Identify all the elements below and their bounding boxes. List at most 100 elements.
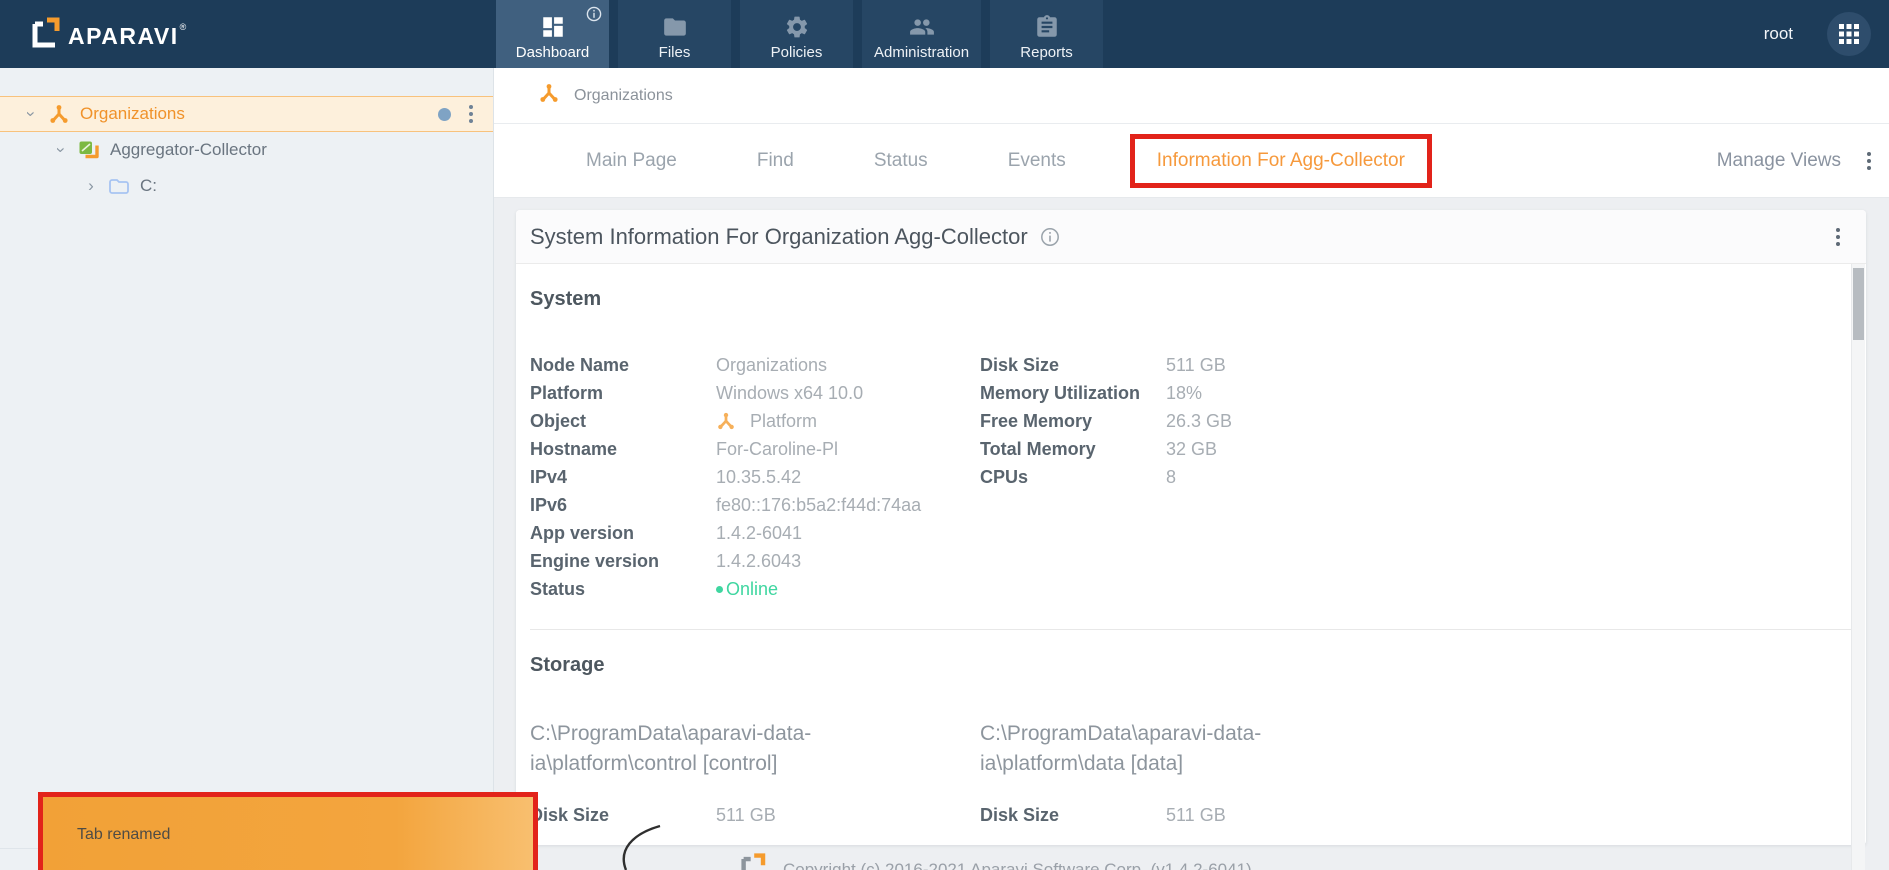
tab-events[interactable]: Events xyxy=(1008,150,1066,172)
kv-label: IPv6 xyxy=(530,495,568,515)
info-icon[interactable] xyxy=(1040,227,1060,247)
tree-item-c-drive[interactable]: › C: xyxy=(0,168,493,204)
logo-text: APARAVI xyxy=(68,22,179,49)
nav-label: Policies xyxy=(770,44,823,61)
kv-label: IPv4 xyxy=(530,467,568,487)
kv-value: 26.3 GB xyxy=(1166,411,1233,431)
kv-value: 1.4.2.6043 xyxy=(716,551,802,571)
apps-grid-icon xyxy=(1839,24,1859,44)
kv-label: Node Name xyxy=(530,355,630,375)
aparavi-footer-logo-icon xyxy=(737,852,767,870)
toast-notification: Tab renamed xyxy=(38,792,538,870)
kebab-menu-icon[interactable] xyxy=(1832,224,1844,250)
scrollbar-thumb[interactable] xyxy=(1853,268,1864,340)
folder-outline-icon xyxy=(108,176,130,196)
storage-volumes: C:\ProgramData\aparavi-data-ia\platform\… xyxy=(530,719,1852,829)
system-info-panel: System Information For Organization Agg-… xyxy=(516,210,1866,845)
panel-title: System Information For Organization Agg-… xyxy=(530,223,1028,249)
storage-volume-data: C:\ProgramData\aparavi-data-ia\platform\… xyxy=(980,719,1328,829)
chevron-right-icon[interactable]: › xyxy=(82,176,100,196)
nav-policies[interactable]: Policies xyxy=(740,0,853,68)
report-icon xyxy=(1034,12,1060,42)
kebab-menu-icon[interactable] xyxy=(465,101,477,127)
kv-value: fe80::176:b5a2:f44d:74aa xyxy=(716,495,922,515)
tab-information-for-agg-collector[interactable]: Information For Agg-Collector xyxy=(1157,150,1405,172)
kv-value: 1.4.2-6041 xyxy=(716,523,803,543)
nav-administration[interactable]: Administration xyxy=(862,0,982,68)
tree-item-label: Organizations xyxy=(80,104,185,123)
main-nav: Dashboard Files Policies Administration xyxy=(496,0,1112,68)
logo-registered-mark: ® xyxy=(179,21,187,32)
dashboard-icon xyxy=(540,12,566,42)
nav-dashboard[interactable]: Dashboard xyxy=(496,0,609,68)
nav-label: Dashboard xyxy=(515,44,590,61)
kv-label: Platform xyxy=(530,383,604,403)
tree-item-label: Aggregator-Collector xyxy=(110,140,267,159)
panel-header: System Information For Organization Agg-… xyxy=(516,210,1866,264)
apps-grid-button[interactable] xyxy=(1827,12,1871,56)
kv-value: Windows x64 10.0 xyxy=(716,383,864,403)
volume-path: C:\ProgramData\aparavi-data-ia\platform\… xyxy=(980,722,1262,775)
nav-label: Reports xyxy=(1020,44,1073,61)
status-badge: Online xyxy=(716,575,980,603)
tree-item-aggregator-collector[interactable]: › Aggregator-Collector xyxy=(0,132,493,168)
main-content: Organizations Main Page Find Status Even… xyxy=(494,68,1889,870)
kv-value: 10.35.5.42 xyxy=(716,467,802,487)
breadcrumb: Organizations xyxy=(494,68,1889,124)
kv-value: 18% xyxy=(1166,383,1203,403)
nav-reports[interactable]: Reports xyxy=(990,0,1104,68)
kv-label: Status xyxy=(530,579,586,599)
org-network-icon xyxy=(48,103,70,125)
folder-icon xyxy=(662,12,688,42)
kv-value-object: Platform xyxy=(716,407,980,435)
kv-label: Disk Size xyxy=(980,355,1060,375)
gear-icon xyxy=(784,12,810,42)
section-heading-system: System xyxy=(530,288,602,310)
kv-value: 511 GB xyxy=(1166,805,1226,825)
tab-find[interactable]: Find xyxy=(757,150,794,172)
chevron-down-icon[interactable]: › xyxy=(51,141,71,159)
manage-views-button[interactable]: Manage Views xyxy=(1717,150,1841,172)
scroll-area: System Information For Organization Agg-… xyxy=(494,198,1889,870)
nav-label: Files xyxy=(658,44,691,61)
kv-label: Hostname xyxy=(530,439,618,459)
storage-volume-control: C:\ProgramData\aparavi-data-ia\platform\… xyxy=(530,719,980,829)
panel-body: System Node Name Organizations Platform … xyxy=(516,264,1866,845)
aparavi-app-window: APARAVI ® Dashboard Files Policies Admin… xyxy=(0,0,1889,870)
kv-label: Object xyxy=(530,411,587,431)
nav-files[interactable]: Files xyxy=(618,0,731,68)
org-network-icon xyxy=(718,412,734,430)
vertical-scrollbar[interactable] xyxy=(1851,264,1865,870)
app-footer: Copyright (c) 2016-2021 Aparavi Software… xyxy=(494,852,1889,870)
info-icon[interactable] xyxy=(586,6,602,27)
people-icon xyxy=(908,12,936,42)
toast-message: Tab renamed xyxy=(77,826,171,843)
kebab-menu-icon[interactable] xyxy=(1863,148,1875,174)
navbar-right: root xyxy=(1764,0,1871,68)
copyright-text: Copyright (c) 2016-2021 Aparavi Software… xyxy=(783,860,1252,870)
aggregator-collector-icon xyxy=(78,139,100,161)
top-navbar: APARAVI ® Dashboard Files Policies Admin… xyxy=(0,0,1889,68)
kv-label: Memory Utilization xyxy=(980,383,1141,403)
org-tree: › Organizations › Aggregator-Collector ›… xyxy=(0,68,493,204)
tree-item-label: C: xyxy=(140,176,157,195)
aparavi-logo[interactable]: APARAVI ® xyxy=(28,14,186,55)
kv-value: 8 xyxy=(1166,467,1177,487)
breadcrumb-label[interactable]: Organizations xyxy=(574,87,673,105)
kv-label: Free Memory xyxy=(980,411,1093,431)
kv-label: App version xyxy=(530,523,635,543)
nav-label: Administration xyxy=(874,44,970,61)
kv-value: For-Caroline-Pl xyxy=(716,439,839,459)
online-dot-icon xyxy=(716,585,723,593)
kv-value: 511 GB xyxy=(1166,355,1226,375)
annotation-box: Information For Agg-Collector xyxy=(1129,133,1432,188)
kv-label: Total Memory xyxy=(980,439,1096,459)
kv-value: 511 GB xyxy=(716,805,776,825)
tab-status[interactable]: Status xyxy=(874,150,928,172)
tab-main-page[interactable]: Main Page xyxy=(586,150,677,172)
user-menu[interactable]: root xyxy=(1764,24,1793,44)
section-divider xyxy=(530,629,1852,630)
kv-label: CPUs xyxy=(980,467,1029,487)
tree-item-organizations[interactable]: › Organizations xyxy=(0,96,493,132)
chevron-down-icon[interactable]: › xyxy=(21,105,41,123)
